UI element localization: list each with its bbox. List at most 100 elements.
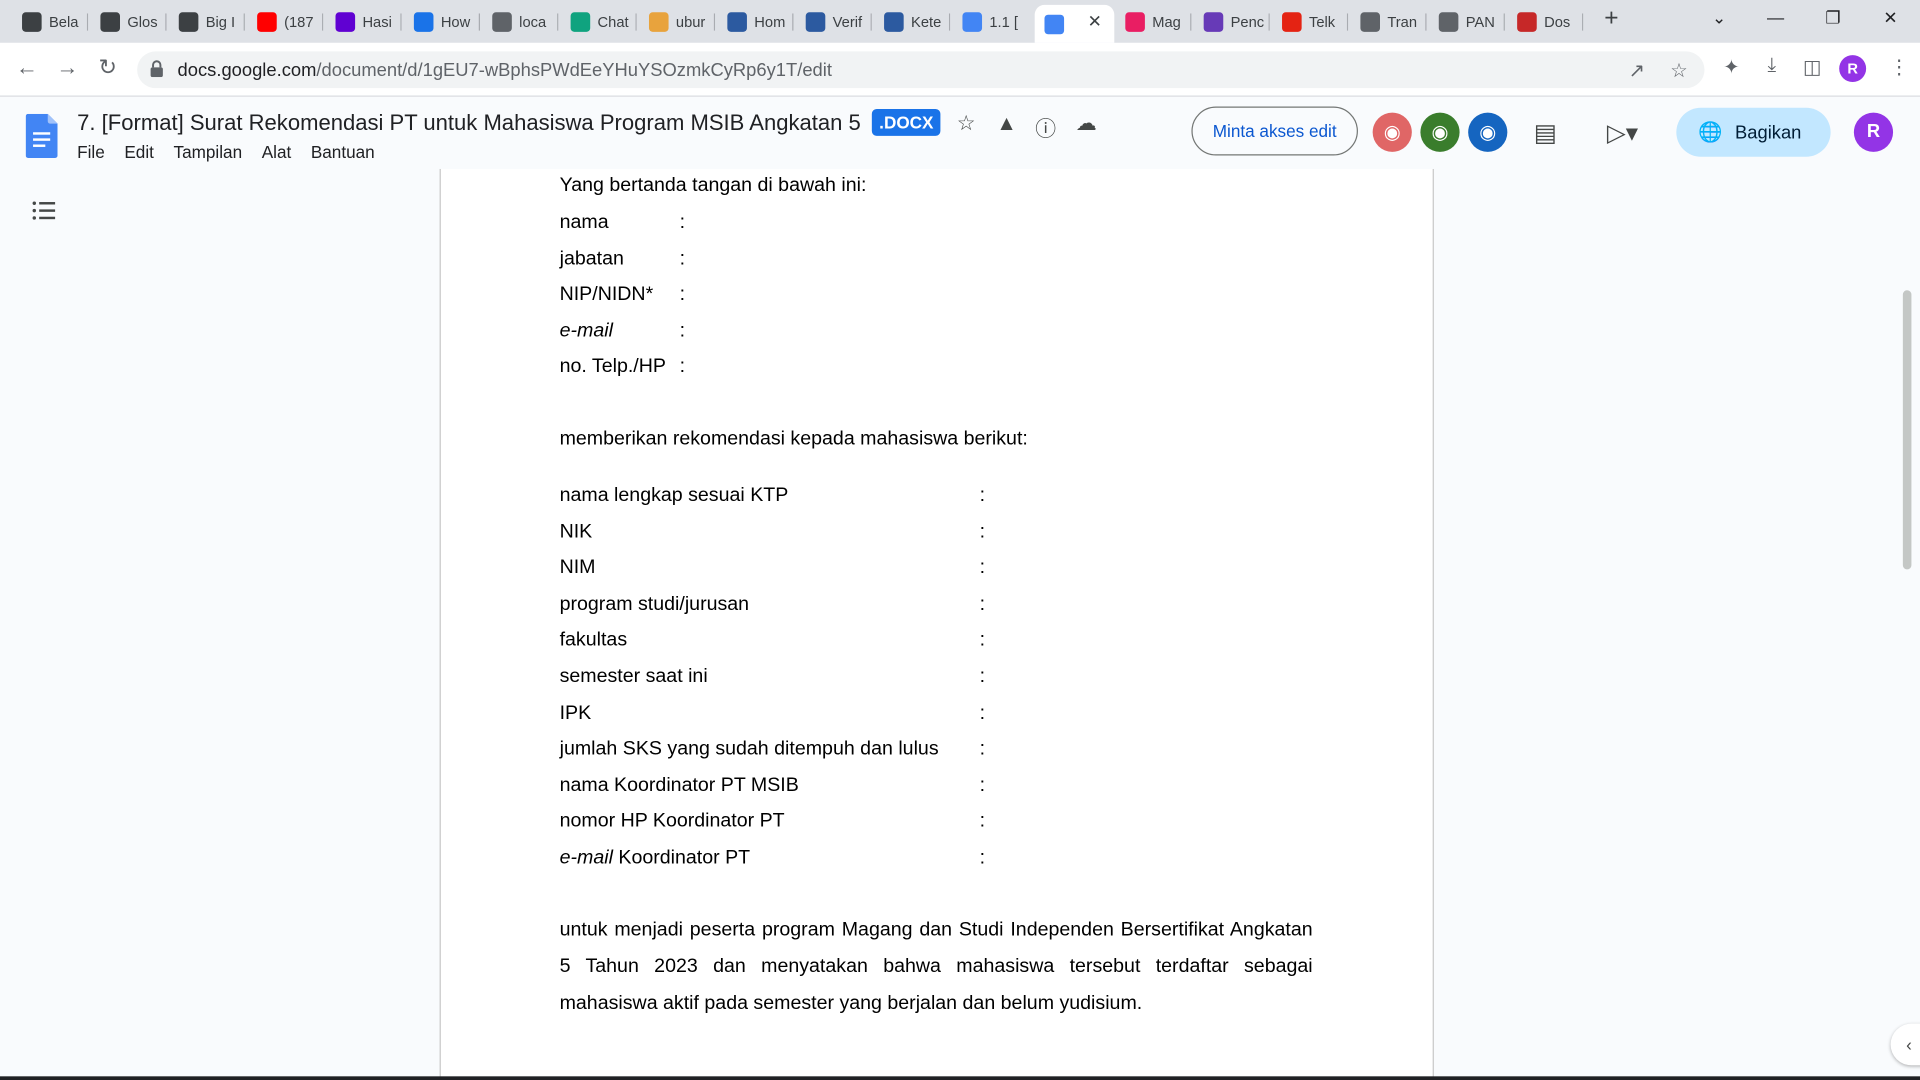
browser-tab[interactable]: loca xyxy=(482,5,559,38)
minimize-button[interactable]: — xyxy=(1751,7,1800,27)
url-bar[interactable]: docs.google.com/document/d/1gEU7-wBphsPW… xyxy=(137,51,1705,89)
document-outline-icon[interactable] xyxy=(29,196,58,225)
browser-tab[interactable]: 1.1 [ xyxy=(953,5,1029,38)
lc-icon xyxy=(413,11,434,32)
anonymous-elephant-icon[interactable]: ◉ xyxy=(1468,112,1508,152)
bookmark-star-icon[interactable]: ☆ xyxy=(1670,59,1688,83)
share-button[interactable]: 🌐 Bagikan xyxy=(1676,107,1831,157)
new-tab-button[interactable]: + xyxy=(1598,5,1625,37)
browser-tab[interactable]: ubur xyxy=(639,5,716,38)
browser-tab[interactable]: Hom xyxy=(718,5,794,38)
share-page-icon[interactable]: ↗ xyxy=(1629,59,1645,83)
menu-file[interactable]: File xyxy=(77,142,105,162)
student-field-label: IPK xyxy=(559,702,592,724)
tab-separator xyxy=(870,13,872,31)
tab-label: loca xyxy=(519,12,547,31)
tab-label: Hasi xyxy=(362,12,392,31)
menu-alat[interactable]: Alat xyxy=(262,142,292,162)
tab-separator xyxy=(713,13,716,31)
extensions-icon[interactable]: ✦ xyxy=(1718,55,1745,79)
browser-tab[interactable]: Kete xyxy=(874,5,951,38)
star-icon[interactable]: ☆ xyxy=(953,111,980,135)
meet-video-icon[interactable]: ▷▾ xyxy=(1598,118,1647,149)
tab-label: Penc xyxy=(1230,12,1265,31)
move-to-drive-icon[interactable]: ▲ xyxy=(993,111,1020,135)
tab-label: PAN xyxy=(1465,12,1495,31)
reload-icon[interactable]: ↻ xyxy=(93,55,122,81)
side-panel-icon[interactable]: ◫ xyxy=(1799,55,1826,79)
intro-line: Yang bertanda tangan di bawah ini: xyxy=(559,175,867,196)
tab-label: How xyxy=(440,12,471,31)
browser-menu-icon[interactable]: ⋮ xyxy=(1886,55,1913,79)
vertical-scrollbar[interactable] xyxy=(1902,290,1912,570)
share-button-label: Bagikan xyxy=(1735,121,1802,143)
cloud-status-icon[interactable]: ☁ xyxy=(1073,111,1100,135)
tab-separator xyxy=(1346,13,1349,31)
field-colon: : xyxy=(979,521,986,543)
document-info-icon[interactable]: ⓘ xyxy=(1032,111,1059,142)
browser-tab[interactable]: How xyxy=(404,5,481,38)
browser-tab[interactable]: PAN xyxy=(1429,5,1505,38)
back-icon[interactable]: ← xyxy=(12,55,41,81)
signer-field-label: no. Telp./HP xyxy=(559,356,666,378)
restore-button[interactable]: ❐ xyxy=(1809,7,1858,28)
globe-icon xyxy=(1360,11,1381,32)
browser-tab[interactable]: Dos xyxy=(1507,5,1584,38)
menu-tampilan[interactable]: Tampilan xyxy=(173,142,242,162)
forward-icon[interactable]: → xyxy=(53,55,82,81)
google-docs-logo-icon[interactable] xyxy=(25,113,58,158)
browser-tab[interactable]: (187 xyxy=(247,5,324,38)
close-window-button[interactable]: ✕ xyxy=(1866,7,1915,28)
browser-tab[interactable]: Bela xyxy=(12,5,89,38)
signer-field-label: e-mail xyxy=(559,320,613,342)
g-icon xyxy=(100,11,121,32)
url-text: docs.google.com/document/d/1gEU7-wBphsPW… xyxy=(178,60,832,81)
browser-tab[interactable]: Tran xyxy=(1351,5,1427,38)
field-colon: : xyxy=(979,666,986,687)
browser-tab[interactable]: Big I xyxy=(169,5,245,38)
closing-paragraph: untuk menjadi peserta program Magang dan… xyxy=(559,919,1313,1014)
signer-field-label: nama xyxy=(559,211,609,233)
tab-separator xyxy=(1268,13,1270,31)
download-icon[interactable]: ⤓ xyxy=(1758,55,1785,77)
account-avatar[interactable]: R xyxy=(1853,112,1894,152)
comments-icon[interactable]: ▤ xyxy=(1532,118,1559,149)
field-colon: : xyxy=(679,284,686,305)
tab-search-icon[interactable]: ⌄ xyxy=(1695,7,1744,28)
student-field-label: nama lengkap sesuai KTP xyxy=(559,484,789,506)
docs-header: 7. [Format] Surat Rekomendasi PT untuk M… xyxy=(0,97,1920,169)
browser-tab[interactable]: Penc xyxy=(1194,5,1270,38)
lock-icon xyxy=(150,60,163,78)
field-colon: : xyxy=(679,320,686,342)
kampus-merdeka-icon xyxy=(805,11,826,32)
browser-tab[interactable]: ✕ xyxy=(1034,4,1115,43)
anonymous-owl-icon[interactable]: ◉ xyxy=(1372,112,1412,152)
request-edit-access-button[interactable]: Minta akses edit xyxy=(1191,106,1358,156)
anonymous-turtle-icon[interactable]: ◉ xyxy=(1420,112,1460,152)
field-colon: : xyxy=(679,211,686,233)
field-colon: : xyxy=(979,557,986,578)
browser-tab[interactable]: Hasi xyxy=(326,5,402,38)
side-panel-toggle-icon[interactable]: ‹ xyxy=(1890,1023,1920,1066)
close-tab-icon[interactable]: ✕ xyxy=(1088,11,1102,32)
tab-label: Big I xyxy=(205,12,236,31)
document-title[interactable]: 7. [Format] Surat Rekomendasi PT untuk M… xyxy=(77,110,861,136)
browser-tab[interactable]: Glos xyxy=(91,5,167,38)
docs-icon xyxy=(962,11,983,32)
tab-label: (187 xyxy=(284,12,314,31)
tab-separator xyxy=(792,13,794,31)
student-field-label: nomor HP Koordinator PT xyxy=(559,810,785,832)
browser-tab[interactable]: Verif xyxy=(796,5,872,38)
browser-tab[interactable]: Chat xyxy=(561,5,637,38)
field-colon: : xyxy=(979,702,986,724)
field-colon: : xyxy=(979,775,986,796)
ubuntu-forum-icon xyxy=(648,11,669,32)
browser-profile-avatar[interactable]: R xyxy=(1839,55,1867,83)
menu-bantuan[interactable]: Bantuan xyxy=(311,142,375,162)
menu-edit[interactable]: Edit xyxy=(124,142,154,162)
browser-tab[interactable]: Mag xyxy=(1116,5,1192,38)
browser-tab[interactable]: Telk xyxy=(1272,5,1349,38)
tab-separator xyxy=(635,13,637,31)
tab-separator xyxy=(1190,13,1192,31)
field-colon: : xyxy=(979,810,986,832)
